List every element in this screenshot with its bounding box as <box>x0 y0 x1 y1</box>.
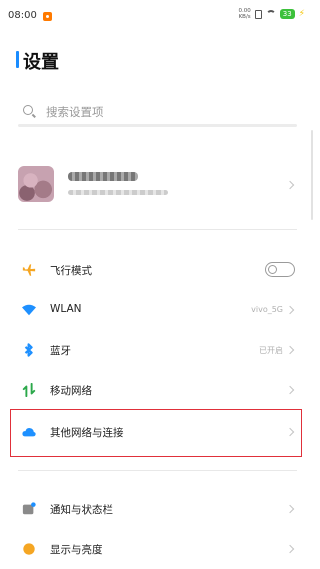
search-icon <box>23 105 33 115</box>
title-accent-bar <box>16 51 19 68</box>
status-time: 08:00 <box>8 10 37 21</box>
account-subtitle-blurred <box>68 190 168 195</box>
mobile-data-icon <box>22 383 36 397</box>
airplane-icon <box>22 264 36 276</box>
wifi-icon <box>22 304 36 316</box>
setting-display-brightness[interactable]: 显示与亮度 <box>18 529 297 569</box>
setting-label: 飞行模式 <box>50 265 92 277</box>
divider <box>18 229 297 230</box>
setting-value: 已开启 <box>259 346 283 355</box>
chevron-right-icon <box>285 427 295 437</box>
airplane-mode-toggle[interactable] <box>265 262 295 277</box>
account-name-blurred <box>68 172 138 181</box>
chevron-right-icon <box>285 504 295 514</box>
setting-label: 蓝牙 <box>50 345 71 357</box>
network-speed: 0.00 KB/s <box>238 8 251 20</box>
search-underline <box>18 124 297 127</box>
setting-other-networks[interactable]: 其他网络与连接 <box>18 412 297 452</box>
notification-icon <box>22 502 36 515</box>
app-notification-icon <box>43 12 52 21</box>
status-indicators: 0.00 KB/s 33 ⚡ <box>239 8 306 20</box>
setting-wlan[interactable]: WLAN vivo_5G <box>18 290 297 330</box>
setting-value: vivo_5G <box>251 305 283 314</box>
battery-icon: 33 <box>279 9 295 19</box>
avatar <box>18 166 54 202</box>
cloud-icon <box>22 428 36 437</box>
setting-mobile-network[interactable]: 移动网络 <box>18 370 297 410</box>
setting-notifications[interactable]: 通知与状态栏 <box>18 489 297 529</box>
setting-label: 显示与亮度 <box>50 544 103 556</box>
brightness-icon <box>23 543 35 555</box>
wifi-status-icon <box>265 10 276 18</box>
account-card[interactable] <box>18 166 297 210</box>
setting-airplane-mode[interactable]: 飞行模式 <box>18 250 297 290</box>
charging-icon: ⚡ <box>298 9 305 19</box>
search-placeholder: 搜索设置项 <box>46 105 104 119</box>
status-bar: 08:00 0.00 KB/s 33 ⚡ <box>0 0 315 34</box>
setting-label: WLAN <box>50 303 82 315</box>
chevron-right-icon <box>285 544 295 554</box>
chevron-right-icon <box>285 345 295 355</box>
chevron-right-icon <box>285 305 295 315</box>
search-input[interactable]: 搜索设置项 <box>18 98 297 127</box>
scrollbar[interactable] <box>311 130 313 220</box>
page-title: 设置 <box>23 52 59 73</box>
divider <box>18 470 297 471</box>
chevron-right-icon <box>285 385 295 395</box>
setting-label: 其他网络与连接 <box>50 427 124 439</box>
sim-icon <box>254 9 262 19</box>
setting-label: 移动网络 <box>50 385 92 397</box>
chevron-right-icon <box>285 180 295 190</box>
setting-bluetooth[interactable]: 蓝牙 已开启 <box>18 330 297 370</box>
setting-label: 通知与状态栏 <box>50 504 113 516</box>
bluetooth-icon <box>24 343 33 357</box>
